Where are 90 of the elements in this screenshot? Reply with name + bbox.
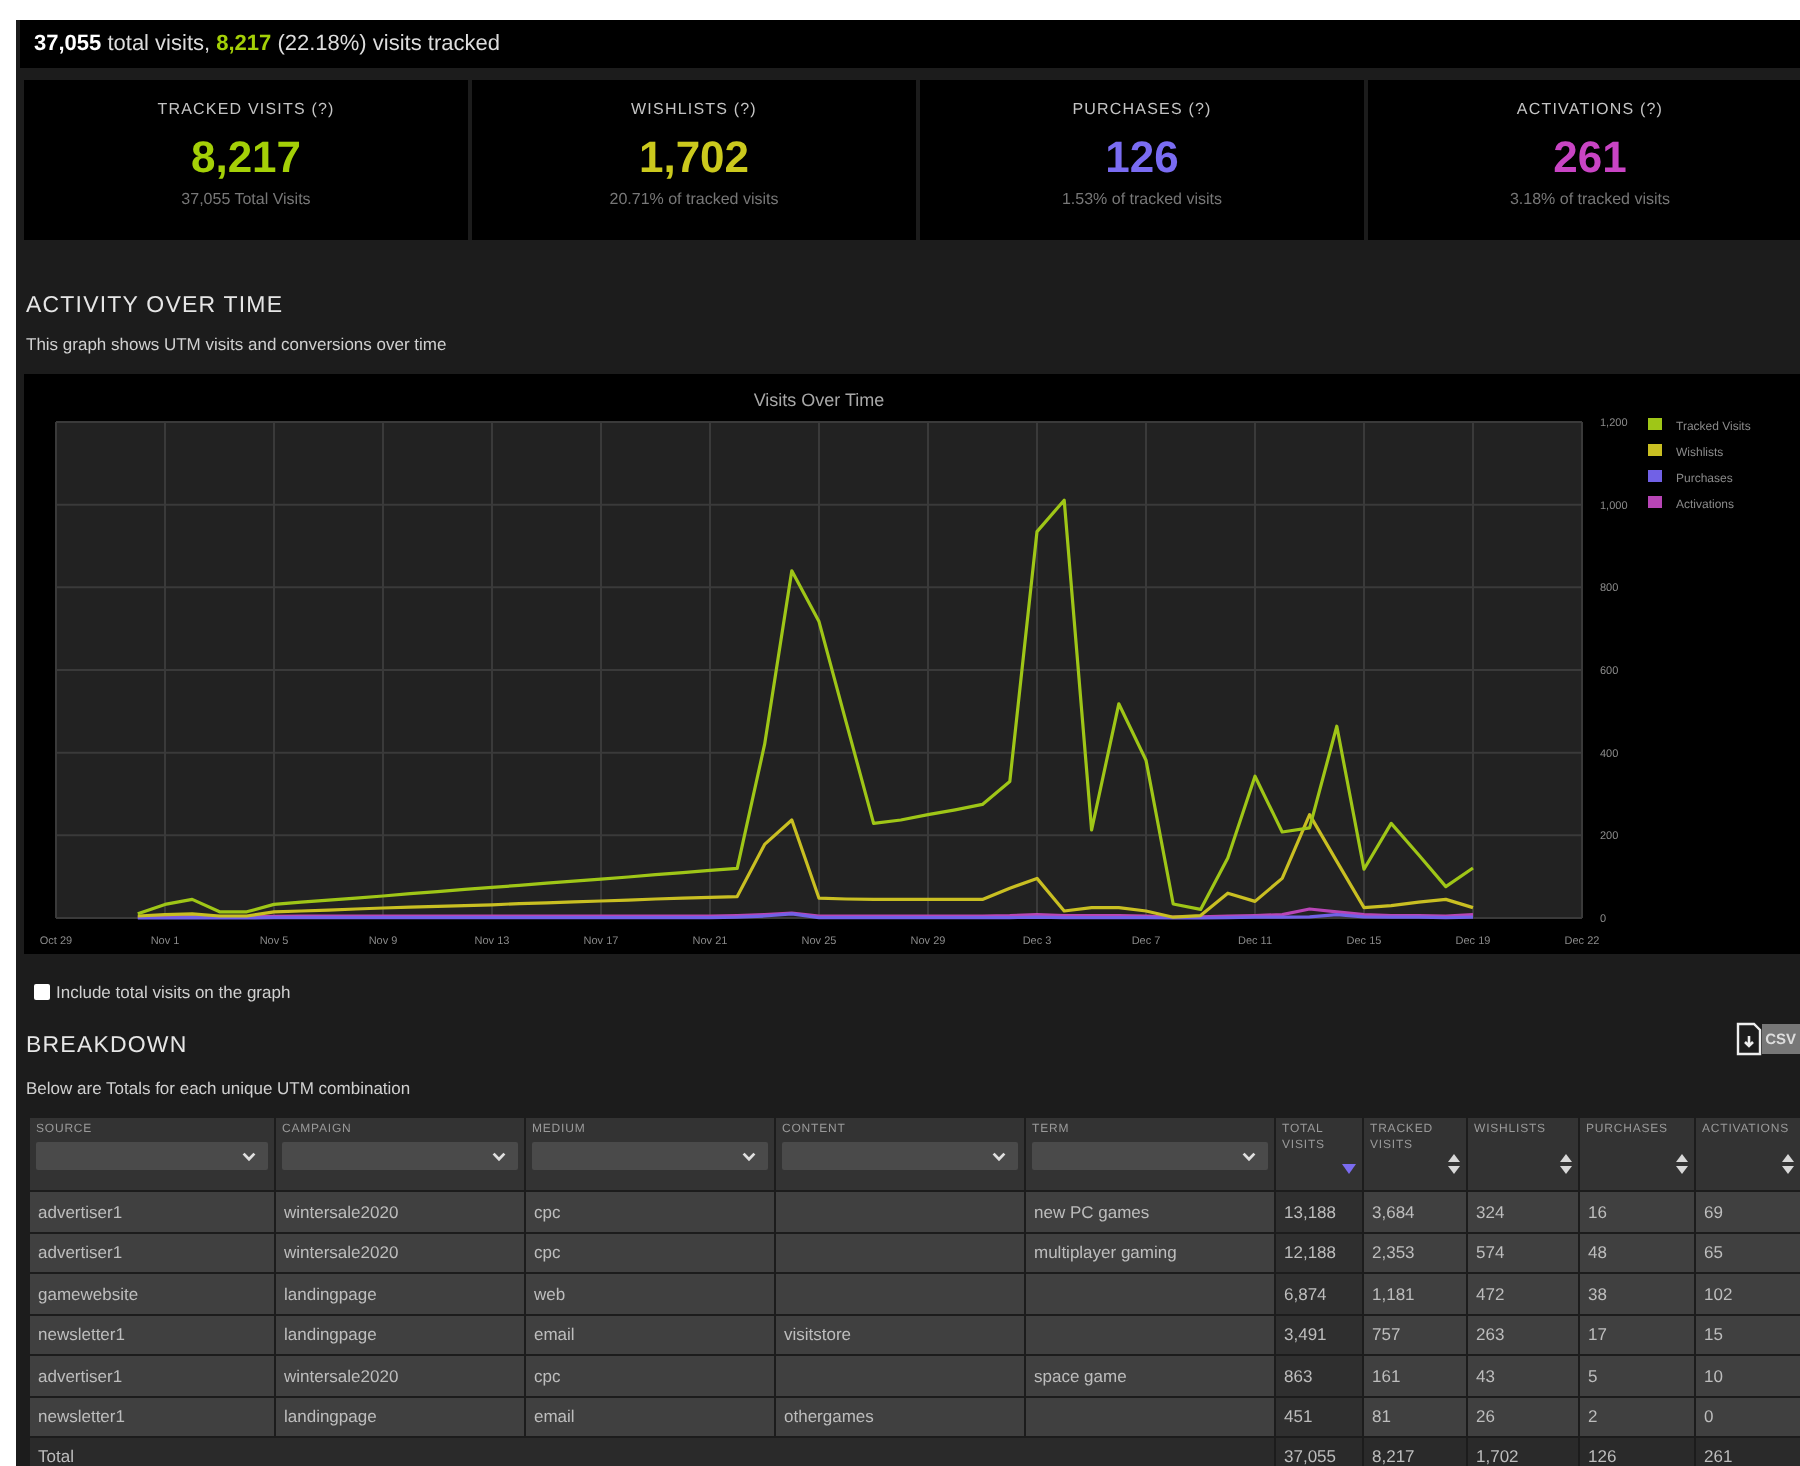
stat-value: 261 (1553, 134, 1627, 182)
file-download-icon (1735, 1022, 1762, 1056)
total-cell: 126 (1588, 1445, 1617, 1465)
stat-title: WISHLISTS (?) (631, 100, 757, 118)
filter-dropdown[interactable] (282, 1142, 518, 1170)
chevron-down-icon (1242, 1151, 1256, 1161)
table-cell: 1,181 (1372, 1283, 1415, 1304)
stat-caption: 1.53% of tracked visits (1061, 190, 1223, 208)
filter-dropdown[interactable] (782, 1142, 1018, 1170)
stat-title: ACTIVATIONS (?) (1516, 100, 1664, 118)
chevron-down-icon (992, 1151, 1006, 1161)
table-cell: 16 (1588, 1201, 1607, 1222)
table-cell: 2,353 (1372, 1242, 1415, 1263)
table-cell: 757 (1372, 1324, 1401, 1345)
table-cell: 48 (1588, 1242, 1607, 1263)
table-cell: 10 (1704, 1365, 1723, 1386)
chevron-down-icon (742, 1151, 756, 1161)
table-cell: 161 (1372, 1365, 1401, 1386)
table-cell: email (534, 1324, 575, 1345)
table-cell: 3,684 (1372, 1201, 1415, 1222)
checkbox-label: Include total visits on the graph (56, 982, 291, 1002)
stat-value: 1,702 (638, 134, 750, 182)
table-cell: 472 (1476, 1283, 1505, 1304)
stat-caption: 20.71% of tracked visits (609, 190, 779, 208)
table-cell: 451 (1284, 1406, 1313, 1427)
total-label: Total (38, 1445, 74, 1465)
table-cell: cpc (534, 1365, 561, 1386)
table-cell: 13,188 (1284, 1201, 1336, 1222)
section-heading: ACTIVITY OVER TIME (26, 294, 286, 318)
table-cell: advertiser1 (38, 1201, 123, 1222)
table-cell: new PC games (1034, 1201, 1150, 1222)
table-cell: othergames (784, 1406, 874, 1427)
table-cell: wintersale2020 (284, 1242, 399, 1263)
table-cell: newsletter1 (38, 1324, 125, 1345)
table-cell: 43 (1476, 1365, 1495, 1386)
total-cell: 1,702 (1476, 1445, 1519, 1465)
stat-title: PURCHASES (?) (1072, 100, 1212, 118)
stat-caption: 3.18% of tracked visits (1509, 190, 1671, 208)
table-cell: gamewebsite (38, 1283, 139, 1304)
table-cell: 863 (1284, 1365, 1313, 1386)
table-cell: wintersale2020 (284, 1365, 399, 1386)
table-cell: 81 (1372, 1406, 1391, 1427)
table-cell: landingpage (284, 1406, 377, 1427)
table-cell: email (534, 1406, 575, 1427)
table-cell: 3,491 (1284, 1324, 1327, 1345)
filter-dropdown[interactable] (1032, 1142, 1268, 1170)
table-cell: web (534, 1283, 566, 1304)
table-cell: 324 (1476, 1201, 1505, 1222)
table-cell: space game (1034, 1365, 1127, 1386)
table-cell: newsletter1 (38, 1406, 125, 1427)
section-description: Below are Totals for each unique UTM combination (26, 1078, 411, 1098)
stat-title: TRACKED VISITS (?) (157, 100, 335, 118)
chevron-down-icon (492, 1151, 506, 1161)
section-description: This graph shows UTM visits and conversions over time (26, 334, 449, 354)
table-cell: landingpage (284, 1283, 377, 1304)
summary-text: 37,055 total visits, 8,217 (22.18%) visits tracked (34, 32, 500, 56)
filter-dropdown[interactable] (532, 1142, 768, 1170)
table-cell: multiplayer gaming (1034, 1242, 1177, 1263)
table-cell: 263 (1476, 1324, 1505, 1345)
table-cell: 17 (1588, 1324, 1607, 1345)
table-cell: 65 (1704, 1242, 1723, 1263)
table-cell: 69 (1704, 1201, 1723, 1222)
table-cell: cpc (534, 1242, 561, 1263)
section-heading: BREAKDOWN (26, 1034, 190, 1058)
table-cell: cpc (534, 1201, 561, 1222)
table-cell: 12,188 (1284, 1242, 1336, 1263)
table-cell: 15 (1704, 1324, 1723, 1345)
table-cell: visitstore (784, 1324, 852, 1345)
stat-value: 8,217 (190, 134, 302, 182)
table-cell: 5 (1588, 1365, 1598, 1386)
chart-title: Visits Over Time (753, 390, 885, 410)
table-cell: landingpage (284, 1324, 377, 1345)
total-cell: 261 (1704, 1445, 1733, 1465)
checkbox[interactable] (34, 984, 50, 1000)
table-cell: advertiser1 (38, 1242, 123, 1263)
chevron-down-icon (242, 1151, 256, 1161)
table-cell: advertiser1 (38, 1365, 123, 1386)
table-cell: 38 (1588, 1283, 1607, 1304)
table-cell: wintersale2020 (284, 1201, 399, 1222)
total-cell: 37,055 (1284, 1445, 1336, 1465)
table-cell: 6,874 (1284, 1283, 1327, 1304)
stat-value: 126 (1105, 134, 1179, 182)
total-cell: 8,217 (1372, 1445, 1415, 1465)
table-cell: 574 (1476, 1242, 1505, 1263)
table-cell: 2 (1588, 1406, 1598, 1427)
filter-dropdown[interactable] (36, 1142, 268, 1170)
table-cell: 102 (1704, 1283, 1733, 1304)
stat-caption: 37,055 Total Visits (181, 190, 311, 208)
table-cell: 0 (1704, 1406, 1714, 1427)
table-cell: 26 (1476, 1406, 1495, 1427)
